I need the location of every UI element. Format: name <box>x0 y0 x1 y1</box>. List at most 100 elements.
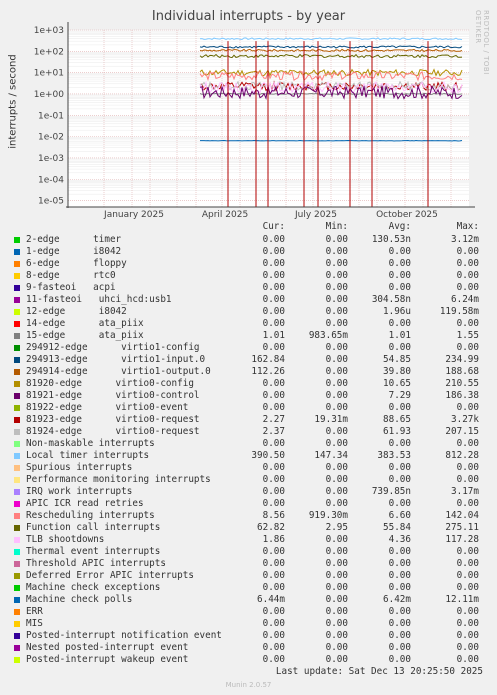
legend-series-name: Local timer interrupts <box>26 450 150 461</box>
legend-min: 0.00 <box>325 546 348 557</box>
interrupts-chart: 1e+03 1e+02 1e+01 1e+00 1e-01 1e-02 1e-03 1e-04… <box>34 22 475 220</box>
legend-min: 0.00 <box>325 354 348 365</box>
legend-swatch <box>14 381 20 387</box>
legend-series-name: 6-edge floppy <box>26 258 127 269</box>
legend-avg: 0.00 <box>388 462 411 473</box>
y-tick-label: 1e+00 <box>34 90 65 100</box>
legend-swatch <box>14 261 20 267</box>
legend-cur: 162.84 <box>251 354 285 365</box>
legend-row: 15-edge ata_piix 1.01 983.65m 1.01 1.55 <box>0 330 497 342</box>
legend-swatch <box>14 321 20 327</box>
legend-max: 6.24m <box>451 294 479 305</box>
legend-max: 186.38 <box>445 390 479 401</box>
legend-max: 0.00 <box>456 342 479 353</box>
legend-avg: 54.85 <box>383 354 411 365</box>
legend-cur: 0.00 <box>262 486 285 497</box>
x-tick-label: July 2025 <box>294 210 337 220</box>
legend-avg: 304.58n <box>371 294 411 305</box>
legend-row: 81922-edge virtio0-event 0.00 0.00 0.00 0.00 <box>0 402 497 414</box>
legend-avg: 61.93 <box>383 426 411 437</box>
legend-min: 0.00 <box>325 606 348 617</box>
legend-swatch <box>14 573 20 579</box>
munin-version: Munin 2.0.57 <box>225 681 272 689</box>
legend-min: 0.00 <box>325 366 348 377</box>
legend-max: 3.12m <box>451 234 479 245</box>
legend-header-col: Max: <box>456 221 479 232</box>
y-tick-label: 1e+02 <box>34 47 64 57</box>
legend-series-name: 81921-edge virtio0-control <box>26 390 200 401</box>
legend-max: 12.11m <box>445 594 479 605</box>
legend-cur: 0.00 <box>262 654 285 665</box>
legend-cur: 62.82 <box>257 522 285 533</box>
legend-swatch <box>14 273 20 279</box>
legend-row: 81921-edge virtio0-control 0.00 0.00 7.29 18… <box>0 390 497 402</box>
legend-swatch <box>14 357 20 363</box>
x-tick-label: October 2025 <box>376 210 438 220</box>
legend-series-name: 1-edge i8042 <box>26 246 122 257</box>
legend-swatch <box>14 237 20 243</box>
legend-max: 0.00 <box>456 630 479 641</box>
legend-series-name: 81920-edge virtio0-config <box>26 378 194 389</box>
legend-avg: 0.00 <box>388 498 411 509</box>
legend-min: 0.00 <box>325 306 348 317</box>
legend-max: 3.27k <box>451 414 479 425</box>
legend-series-name: 8-edge rtc0 <box>26 270 116 281</box>
legend-cur: 6.44m <box>257 594 285 605</box>
legend-series-name: 294913-edge virtio1-input.0 <box>26 354 206 365</box>
legend-row: MIS 0.00 0.00 0.00 0.00 <box>0 618 497 630</box>
legend-series-name: Posted-interrupt wakeup event <box>26 654 189 665</box>
legend-series-name: 2-edge timer <box>26 234 122 245</box>
y-tick-label: 1e-01 <box>38 111 64 121</box>
legend-swatch <box>14 489 20 495</box>
legend-cur: 0.00 <box>262 390 285 401</box>
legend-avg: 0.00 <box>388 438 411 449</box>
legend-row: IRQ work interrupts 0.00 0.00 739.85n 3.17m <box>0 486 497 498</box>
legend-cur: 0.00 <box>262 438 285 449</box>
legend-avg: 0.00 <box>388 318 411 329</box>
legend-avg: 383.53 <box>377 450 411 461</box>
legend-series-name: 9-fasteoi acpi <box>26 282 116 293</box>
legend-swatch <box>14 441 20 447</box>
legend-row: Non-maskable interrupts 0.00 0.00 0.00 0.00 <box>0 438 497 450</box>
legend-max: 119.58m <box>439 306 479 317</box>
legend-max: 275.11 <box>445 522 479 533</box>
legend-series-name: Spurious interrupts <box>26 462 133 473</box>
legend-cur: 0.00 <box>262 462 285 473</box>
legend-min: 0.00 <box>325 426 348 437</box>
legend-series-name: Nested posted-interrupt event <box>26 642 189 653</box>
legend-row: Machine check polls 6.44m 0.00 6.42m 12.11m <box>0 594 497 606</box>
legend-max: 0.00 <box>456 618 479 629</box>
legend-max: 234.99 <box>445 354 479 365</box>
legend-row: ERR 0.00 0.00 0.00 0.00 <box>0 606 497 618</box>
legend-row: 14-edge ata_piix 0.00 0.00 0.00 0.00 <box>0 318 497 330</box>
legend-row: 6-edge floppy 0.00 0.00 0.00 0.00 <box>0 258 497 270</box>
legend-row: Local timer interrupts 390.50 147.34 383.53… <box>0 450 497 462</box>
legend-min: 0.00 <box>325 534 348 545</box>
legend-cur: 2.37 <box>262 426 285 437</box>
legend-swatch <box>14 369 20 375</box>
legend-header-col: Avg: <box>388 221 411 232</box>
legend-avg: 0.00 <box>388 570 411 581</box>
legend-swatch <box>14 513 20 519</box>
legend-series-name: 15-edge ata_piix <box>26 330 144 341</box>
legend-min: 0.00 <box>325 234 348 245</box>
legend-min: 0.00 <box>325 558 348 569</box>
legend-avg: 0.00 <box>388 642 411 653</box>
legend-series-name: Machine check exceptions <box>26 582 161 593</box>
legend-max: 117.28 <box>445 534 479 545</box>
legend-min: 0.00 <box>325 462 348 473</box>
legend-row: 81924-edge virtio0-request 2.37 0.00 61.93 2… <box>0 426 497 438</box>
legend-max: 0.00 <box>456 498 479 509</box>
legend-min: 2.95 <box>325 522 348 533</box>
legend-max: 0.00 <box>456 570 479 581</box>
legend-row: 12-edge i8042 0.00 0.00 1.96u 119.58m <box>0 306 497 318</box>
legend-swatch <box>14 309 20 315</box>
legend-row: 294912-edge virtio1-config 0.00 0.00 0.00 0.… <box>0 342 497 354</box>
legend-avg: 1.01 <box>388 330 411 341</box>
legend-swatch <box>14 657 20 663</box>
legend-max: 3.17m <box>451 486 479 497</box>
legend-cur: 390.50 <box>251 450 285 461</box>
legend-cur: 0.00 <box>262 630 285 641</box>
legend-cur: 0.00 <box>262 378 285 389</box>
legend-swatch <box>14 633 20 639</box>
